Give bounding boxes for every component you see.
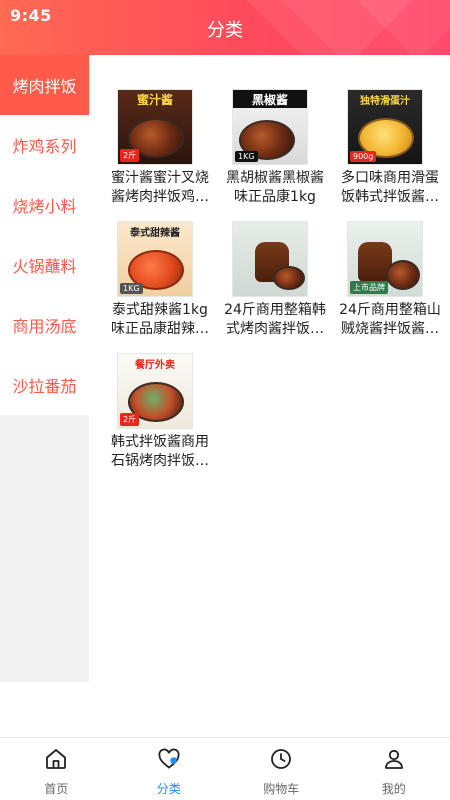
product-image-label: 餐厅外卖 (135, 359, 175, 371)
clock-icon (269, 747, 293, 775)
sidebar-item-label: 烧烤小料 (12, 197, 77, 216)
product-image-label: 独特滑蛋汁 (360, 95, 410, 107)
product-image: 泰式甜辣酱 1KG (117, 221, 193, 297)
product-name: 多口味商用滑蛋饭韩式拌饭酱… (341, 170, 439, 205)
product-name: 蜜汁酱蜜汁叉烧酱烤肉拌饭鸡… (111, 170, 209, 205)
product-name: 泰式甜辣酱1kg味正品康甜辣… (111, 302, 209, 337)
badge: 1KG (235, 151, 258, 162)
product-name: 24斤商用整箱韩式烤肉酱拌饭… (224, 302, 326, 337)
sidebar-item-zhaji[interactable]: 炸鸡系列 (0, 115, 89, 175)
sidebar-item-label: 商用汤底 (12, 317, 77, 336)
home-icon (44, 747, 68, 775)
product-image-label: 黑椒酱 (233, 90, 307, 108)
product-card[interactable]: 黑椒酱 1KG 黑胡椒酱黑椒酱味正品康1kg火… (215, 85, 330, 207)
heart-icon (157, 747, 181, 775)
sidebar-item-shaokao[interactable]: 烧烤小料 (0, 175, 89, 235)
product-card[interactable]: 上市品牌 24斤商用整箱山贼烧酱拌饭酱… (330, 217, 445, 339)
food-plate (386, 260, 420, 290)
category-sidebar: 烤肉拌饭 炸鸡系列 烧烤小料 火锅蘸料 商用汤底 沙拉番茄 (0, 55, 89, 682)
product-name: 韩式拌饭酱商用石锅烤肉拌饭… (111, 434, 209, 469)
bottom-tab-bar: 首页 分类 购物车 我的 (0, 737, 450, 800)
product-image-label: 泰式甜辣酱 (130, 227, 180, 239)
tab-label: 我的 (381, 782, 406, 796)
badge: 900g (350, 151, 377, 162)
product-image (232, 221, 308, 297)
sidebar-item-label: 烤肉拌饭 (12, 77, 77, 96)
product-name: 24斤商用整箱山贼烧酱拌饭酱… (339, 302, 441, 337)
header-bar: 9:45 分类 (0, 0, 450, 55)
product-image: 餐厅外卖 2斤 (117, 353, 193, 429)
sidebar-item-label: 沙拉番茄 (12, 377, 77, 396)
tab-label: 分类 (156, 782, 181, 796)
tab-mine[interactable]: 我的 (338, 738, 450, 800)
category-list: 烤肉拌饭 炸鸡系列 烧烤小料 火锅蘸料 商用汤底 沙拉番茄 (0, 55, 89, 415)
product-image: 蜜汁酱 2斤 (117, 89, 193, 165)
tab-label: 购物车 (263, 782, 300, 796)
product-image: 独特滑蛋汁 900g (347, 89, 423, 165)
product-card[interactable]: 餐厅外卖 2斤 韩式拌饭酱商用石锅烤肉拌饭… (100, 349, 215, 471)
badge: 2斤 (120, 149, 140, 162)
tab-label: 首页 (44, 782, 69, 796)
sidebar-item-label: 炸鸡系列 (12, 137, 77, 156)
tab-home[interactable]: 首页 (0, 738, 113, 800)
badge: 1KG (120, 283, 143, 294)
sidebar-item-tangdi[interactable]: 商用汤底 (0, 295, 89, 355)
page-title: 分类 (207, 20, 243, 41)
badge: 上市品牌 (350, 281, 388, 294)
product-image: 上市品牌 (347, 221, 423, 297)
food-plate (273, 266, 305, 290)
product-grid: 蜜汁酱 2斤 蜜汁酱蜜汁叉烧酱烤肉拌饭鸡… 黑椒酱 1KG 黑胡椒酱黑椒酱味正品… (100, 85, 445, 471)
tab-cart[interactable]: 购物车 (225, 738, 338, 800)
product-card[interactable]: 蜜汁酱 2斤 蜜汁酱蜜汁叉烧酱烤肉拌饭鸡… (100, 85, 215, 207)
product-image-label: 蜜汁酱 (136, 92, 173, 107)
product-card[interactable]: 泰式甜辣酱 1KG 泰式甜辣酱1kg味正品康甜辣… (100, 217, 215, 339)
product-image: 黑椒酱 1KG (232, 89, 308, 165)
sidebar-item-shala[interactable]: 沙拉番茄 (0, 355, 89, 415)
sidebar-item-label: 火锅蘸料 (12, 257, 77, 276)
tab-category[interactable]: 分类 (113, 738, 226, 800)
sidebar-item-huoguo[interactable]: 火锅蘸料 (0, 235, 89, 295)
user-icon (382, 747, 406, 775)
product-name: 黑胡椒酱黑椒酱味正品康1kg火… (226, 170, 324, 205)
product-card[interactable]: 24斤商用整箱韩式烤肉酱拌饭… (215, 217, 330, 339)
badge: 2斤 (120, 413, 140, 426)
sidebar-item-kaorou[interactable]: 烤肉拌饭 (0, 55, 89, 115)
product-card[interactable]: 独特滑蛋汁 900g 多口味商用滑蛋饭韩式拌饭酱… (330, 85, 445, 207)
